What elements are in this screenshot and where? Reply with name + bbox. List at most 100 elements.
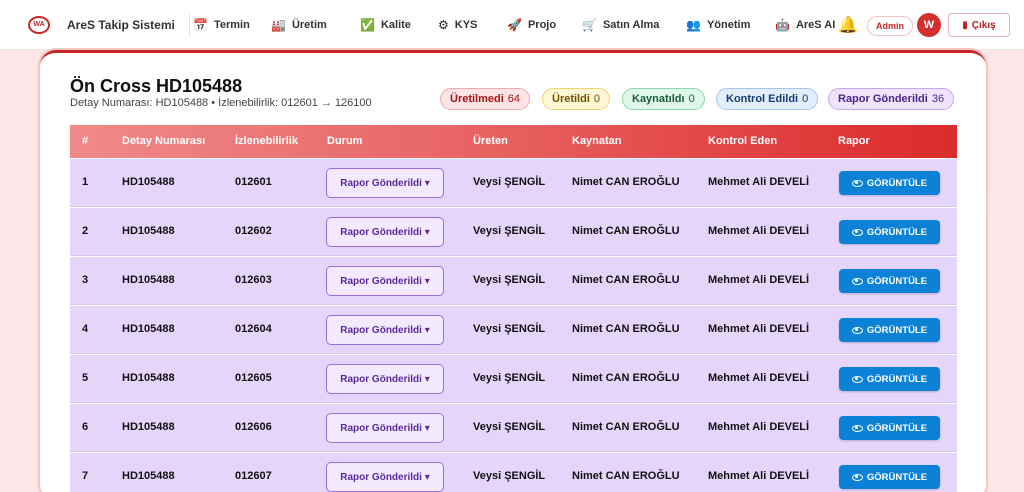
bell-icon[interactable]: 🔔 [838,16,858,34]
column-header[interactable]: Kontrol Eden [708,135,777,147]
traceability-code: 012602 [235,225,272,237]
inspector-name: Mehmet Ali DEVELİ [708,470,810,482]
status-dropdown[interactable]: Rapor Gönderildi ▾ [326,364,444,394]
users-icon: 👥 [686,18,701,32]
status-dropdown[interactable]: Rapor Gönderildi ▾ [326,266,444,296]
eye-icon [851,179,863,187]
nav-item-5[interactable]: 🛒 Satın Alma [582,16,659,34]
status-pill-count: 0 [593,93,601,105]
traceability-code: 012607 [235,470,272,482]
status-pill[interactable]: Kontrol Edildi 0 [716,88,819,110]
welder-name: Nimet CAN EROĞLU [572,274,680,286]
nav-item-label: Satın Alma [602,19,660,31]
inspector-name: Mehmet Ali DEVELİ [708,274,810,286]
column-header[interactable]: İzlenebilirlik [235,135,298,147]
nav-item-1[interactable]: 🏭 Üretim [271,16,327,34]
producer-name: Veysi ŞENGİL [473,225,546,237]
view-report-button[interactable]: GÖRÜNTÜLE [839,318,940,342]
nav-item-4[interactable]: 🚀 Projo [507,16,556,34]
column-header[interactable]: Rapor [838,135,870,147]
column-header[interactable]: Detay Numarası [122,135,205,147]
status-dropdown[interactable]: Rapor Gönderildi ▾ [326,413,444,443]
status-pill[interactable]: Üretildi 0 [542,88,611,110]
detail-number: HD105488 [122,372,175,384]
eye-icon [851,228,863,236]
nav-item-0[interactable]: 📅 Termin [193,16,250,34]
status-pill[interactable]: Rapor Gönderildi 36 [828,88,955,110]
welder-name: Nimet CAN EROĞLU [572,323,680,335]
door-icon: ▮ [962,19,968,31]
nav-item-2[interactable]: ✅ Kalite [360,16,411,34]
view-report-button[interactable]: GÖRÜNTÜLE [839,220,940,244]
status-pill[interactable]: Üretilmedi 64 [440,88,531,110]
view-report-label: GÖRÜNTÜLE [866,422,928,434]
row-number: 6 [82,421,89,433]
factory-icon: 🏭 [271,18,286,32]
view-report-button[interactable]: GÖRÜNTÜLE [839,416,940,440]
table-row: 3 HD105488 012603 Veysi ŞENGİL Nimet CAN ERO… [70,257,957,305]
nav-divider [188,13,190,36]
row-number: 4 [82,323,89,335]
column-header[interactable]: # [82,135,88,147]
status-dropdown[interactable]: Rapor Gönderildi ▾ [326,217,444,247]
nav-item-7[interactable]: 🤖 AreS AI [775,16,835,34]
status-pill-label: Üretilmedi [450,93,504,105]
nav-item-label: AreS AI [795,19,836,31]
brand[interactable]: WA AreS Takip Sistemi [28,15,175,34]
producer-name: Veysi ŞENGİL [473,421,546,433]
status-pill-label: Kaynatıldı [632,93,685,105]
detail-number: HD105488 [122,470,175,482]
logout-button[interactable]: ▮ Çıkış [948,13,1010,37]
status-dropdown[interactable]: Rapor Gönderildi ▾ [326,315,444,345]
inspector-name: Mehmet Ali DEVELİ [708,225,810,237]
table-row: 2 HD105488 012602 Veysi ŞENGİL Nimet CAN ERO… [70,208,957,256]
producer-name: Veysi ŞENGİL [473,323,546,335]
view-report-label: GÖRÜNTÜLE [866,373,928,385]
nav-item-label: Termin [213,19,250,31]
row-number: 2 [82,225,89,237]
detail-number: HD105488 [122,225,175,237]
app-title: AreS Takip Sistemi [67,17,175,32]
production-table: # Detay Numarası İzlenebilirlik Durum Üreten… [70,125,957,492]
eye-icon [851,277,863,285]
nav-item-3[interactable]: ⚙ KYS [438,16,477,34]
row-number: 5 [82,372,89,384]
cart-icon: 🛒 [582,18,597,32]
status-dropdown[interactable]: Rapor Gönderildi ▾ [326,168,444,198]
view-report-button[interactable]: GÖRÜNTÜLE [839,367,940,391]
check-icon: ✅ [360,18,375,32]
eye-icon [851,375,863,383]
column-header[interactable]: Üreten [473,135,508,147]
status-dropdown[interactable]: Rapor Gönderildi ▾ [326,462,444,492]
row-number: 3 [82,274,89,286]
detail-number: HD105488 [122,421,175,433]
inspector-name: Mehmet Ali DEVELİ [708,323,810,335]
status-pill[interactable]: Kaynatıldı 0 [622,88,705,110]
nav-item-6[interactable]: 👥 Yönetim [686,16,750,34]
column-header[interactable]: Kaynatan [572,135,622,147]
view-report-label: GÖRÜNTÜLE [866,324,928,336]
inspector-name: Mehmet Ali DEVELİ [708,176,810,188]
view-report-button[interactable]: GÖRÜNTÜLE [839,171,940,195]
column-header[interactable]: Durum [327,135,362,147]
welder-name: Nimet CAN EROĞLU [572,421,680,433]
view-report-button[interactable]: GÖRÜNTÜLE [839,465,940,489]
view-report-button[interactable]: GÖRÜNTÜLE [839,269,940,293]
status-pill-count: 0 [688,93,695,105]
welder-name: Nimet CAN EROĞLU [572,372,680,384]
table-row: 5 HD105488 012605 Veysi ŞENGİL Nimet CAN ERO… [70,355,957,403]
table-row: 1 HD105488 012601 Veysi ŞENGİL Nimet CAN ERO… [70,159,957,207]
detail-number: HD105488 [122,274,175,286]
status-pill-count: 0 [802,93,809,105]
view-report-label: GÖRÜNTÜLE [866,226,928,238]
table-row: 4 HD105488 012604 Veysi ŞENGİL Nimet CAN ERO… [70,306,957,354]
table-header: # Detay Numarası İzlenebilirlik Durum Üreten… [70,125,957,158]
traceability-code: 012606 [235,421,272,433]
table-row: 7 HD105488 012607 Veysi ŞENGİL Nimet CAN ERO… [70,453,957,492]
view-report-label: GÖRÜNTÜLE [866,177,928,189]
nav-item-label: Kalite [380,19,411,31]
status-pill-label: Kontrol Edildi [726,93,799,105]
traceability-code: 012601 [235,176,272,188]
avatar[interactable]: W [917,13,941,37]
status-pill-label: Rapor Gönderildi [838,93,928,105]
